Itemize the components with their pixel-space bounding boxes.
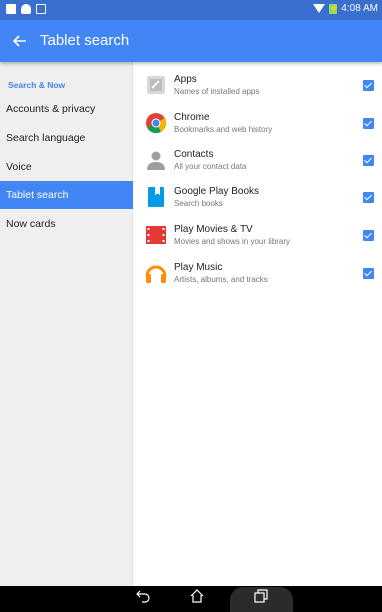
navigation-bar [0, 586, 382, 612]
checkbox[interactable] [363, 80, 374, 91]
contacts-icon [147, 151, 165, 170]
home-button[interactable] [182, 589, 212, 609]
searchable-items-list: Apps Names of installed apps Chrome Book… [133, 62, 382, 586]
play-books-icon [148, 187, 164, 207]
item-subtitle: All your contact data [174, 162, 247, 171]
checkbox[interactable] [363, 268, 374, 279]
apps-icon [147, 76, 165, 94]
item-title: Apps [174, 74, 197, 85]
play-movies-icon [146, 226, 166, 244]
checkbox[interactable] [363, 155, 374, 166]
list-item-chrome[interactable]: Chrome Bookmarks and web history [133, 108, 382, 144]
recent-apps-icon [254, 589, 268, 603]
item-title: Contacts [174, 149, 214, 160]
image-icon [36, 4, 46, 14]
list-item-play-music[interactable]: Play Music Artists, albums, and tracks [133, 258, 382, 294]
list-item-play-movies-tv[interactable]: Play Movies & TV Movies and shows in you… [133, 220, 382, 256]
home-icon [190, 589, 204, 603]
status-bar: ⚡ 4:08 AM [0, 0, 382, 20]
list-item-google-play-books[interactable]: Google Play Books Search books [133, 182, 382, 218]
item-subtitle: Names of installed apps [174, 87, 260, 96]
item-title: Chrome [174, 112, 210, 123]
page-title: Tablet search [40, 32, 130, 49]
sidebar-item-voice[interactable]: Voice [0, 153, 133, 181]
message-icon [6, 4, 16, 14]
settings-sidebar: Search & Now Accounts & privacy Search l… [0, 62, 133, 586]
sidebar-item-search-language[interactable]: Search language [0, 124, 133, 152]
back-nav-icon [136, 590, 150, 603]
sidebar-item-accounts-privacy[interactable]: Accounts & privacy [0, 95, 133, 123]
list-item-apps[interactable]: Apps Names of installed apps [133, 70, 382, 106]
checkbox[interactable] [363, 230, 374, 241]
checkbox[interactable] [363, 118, 374, 129]
notification-icons [6, 4, 46, 14]
back-nav-button[interactable] [128, 589, 158, 609]
sidebar-item-tablet-search[interactable]: Tablet search [0, 181, 133, 209]
clock: 4:08 AM [341, 3, 378, 14]
wifi-icon [313, 4, 326, 13]
play-music-icon [145, 265, 167, 283]
arrow-left-icon [12, 35, 26, 47]
sidebar-item-now-cards[interactable]: Now cards [0, 210, 133, 238]
item-subtitle: Movies and shows in your library [174, 237, 291, 246]
item-subtitle: Bookmarks and web history [174, 125, 273, 134]
recent-apps-button[interactable] [246, 589, 276, 609]
item-subtitle: Search books [174, 199, 223, 208]
back-button[interactable] [8, 29, 32, 53]
item-subtitle: Artists, albums, and tracks [174, 275, 268, 284]
list-item-contacts[interactable]: Contacts All your contact data [133, 145, 382, 181]
battery-charging-icon: ⚡ [329, 3, 340, 14]
checkbox[interactable] [363, 192, 374, 203]
system-icons: ⚡ 4:08 AM [313, 3, 378, 14]
item-title: Play Music [174, 262, 223, 273]
item-title: Play Movies & TV [174, 224, 253, 235]
sidebar-header: Search & Now [8, 80, 66, 90]
cloud-icon [21, 4, 31, 14]
app-bar: Tablet search [0, 20, 382, 62]
chrome-icon [146, 113, 167, 134]
item-title: Google Play Books [174, 186, 260, 197]
